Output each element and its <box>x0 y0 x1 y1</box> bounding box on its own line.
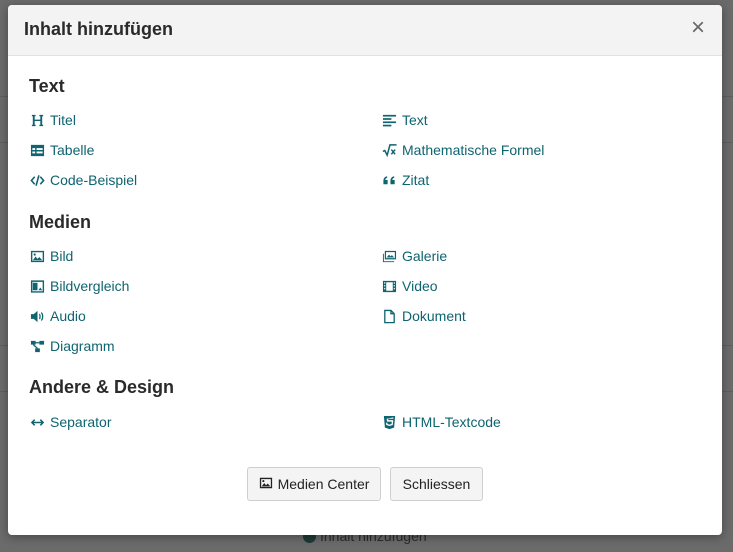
add-quote-item[interactable]: Zitat <box>381 170 429 190</box>
item-label: Titel <box>50 112 76 128</box>
item-label: Dokument <box>402 308 466 324</box>
item-label: Bildvergleich <box>50 278 130 294</box>
html5-icon <box>381 414 397 430</box>
section-title-other-design: Andere & Design <box>29 377 175 397</box>
modal-header: Inhalt hinzufügen × <box>8 5 722 56</box>
add-audio-item[interactable]: Audio <box>29 306 86 326</box>
item-label: Separator <box>50 414 112 430</box>
align-left-icon <box>381 112 397 128</box>
item-label: Code-Beispiel <box>50 172 138 188</box>
heading-icon <box>29 112 45 128</box>
add-formula-item[interactable]: Mathematische Formel <box>381 140 544 160</box>
volume-icon <box>29 308 45 324</box>
film-icon <box>381 278 397 294</box>
square-root-icon <box>381 142 397 158</box>
images-icon <box>381 248 397 264</box>
add-text-item[interactable]: Text <box>381 110 428 130</box>
table-icon <box>29 142 45 158</box>
add-image-item[interactable]: Bild <box>29 246 73 266</box>
item-label: Diagramm <box>50 338 115 354</box>
item-label: Galerie <box>402 248 448 264</box>
image-icon <box>259 476 273 493</box>
image-icon <box>29 248 45 264</box>
add-title-item[interactable]: Titel <box>29 110 76 130</box>
add-table-item[interactable]: Tabelle <box>29 140 94 160</box>
add-gallery-item[interactable]: Galerie <box>381 246 447 266</box>
add-video-item[interactable]: Video <box>381 276 438 296</box>
file-icon <box>381 308 397 324</box>
item-label: Text <box>402 112 428 128</box>
add-separator-item[interactable]: Separator <box>29 412 111 432</box>
modal-title: Inhalt hinzufügen <box>24 19 173 39</box>
section-title-media: Medien <box>29 212 92 232</box>
item-label: Bild <box>50 248 74 264</box>
code-icon <box>29 172 45 188</box>
quote-icon <box>381 172 397 188</box>
item-label: Audio <box>50 308 86 324</box>
add-content-modal: Inhalt hinzufügen × Text Titel Text Tabe… <box>8 5 722 535</box>
add-image-compare-item[interactable]: Bildvergleich <box>29 276 129 296</box>
add-diagram-item[interactable]: Diagramm <box>29 336 115 356</box>
arrows-horizontal-icon <box>29 414 45 430</box>
diagram-icon <box>29 338 45 354</box>
item-label: HTML-Textcode <box>402 414 501 430</box>
section-title-text: Text <box>29 76 65 96</box>
close-button[interactable]: Schliessen <box>390 467 483 501</box>
item-label: Video <box>402 278 438 294</box>
item-label: Mathematische Formel <box>402 142 545 158</box>
add-document-item[interactable]: Dokument <box>381 306 466 326</box>
item-label: Zitat <box>402 172 430 188</box>
close-icon[interactable]: × <box>688 16 708 40</box>
add-code-item[interactable]: Code-Beispiel <box>29 170 137 190</box>
item-label: Tabelle <box>50 142 95 158</box>
media-center-label: Medien Center <box>277 476 370 492</box>
image-compare-icon <box>29 278 45 294</box>
add-html-code-item[interactable]: HTML-Textcode <box>381 412 501 432</box>
media-center-button[interactable]: Medien Center <box>247 467 381 501</box>
